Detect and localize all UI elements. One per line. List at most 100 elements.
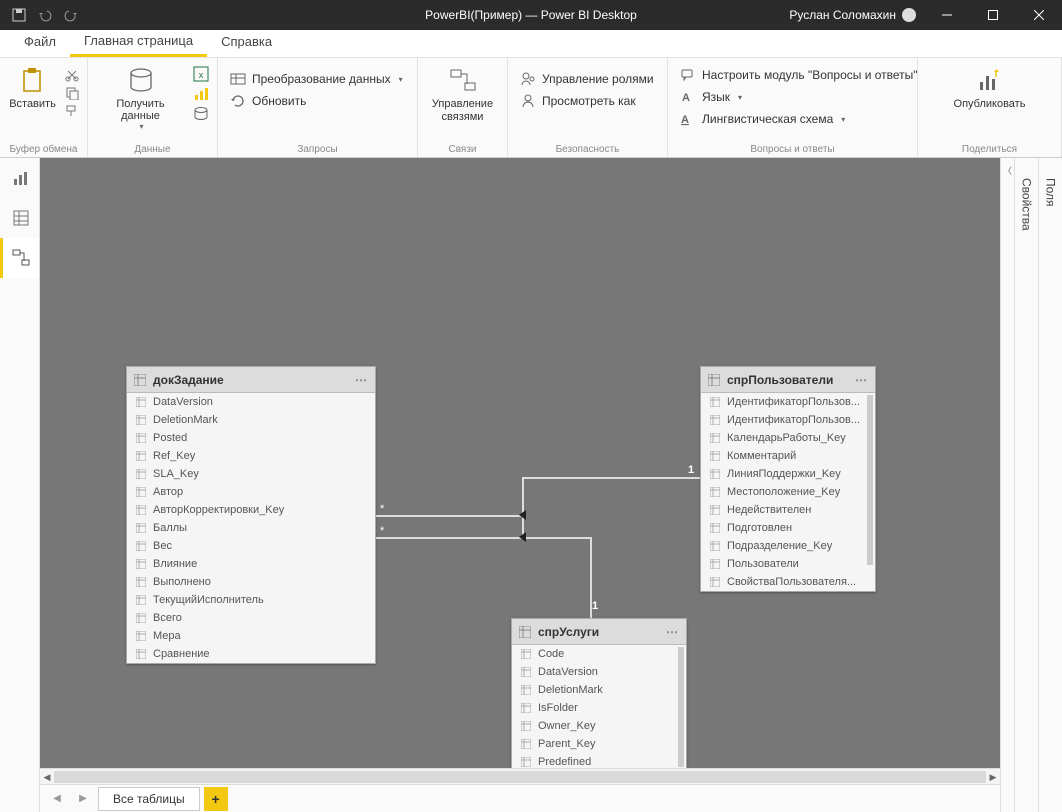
table-field[interactable]: IsFolder [512,699,686,717]
data-view-button[interactable] [0,198,39,238]
cut-icon[interactable] [65,68,79,82]
pbi-dataset-icon[interactable] [193,86,209,102]
table-users[interactable]: спрПользователи⋯ ИдентификаторПользов...… [700,366,876,592]
svg-text:A: A [682,92,690,104]
copy-icon[interactable] [65,86,79,100]
manage-relations-button[interactable]: Управление связями [426,62,499,128]
field-icon [135,432,147,444]
table-scrollbar[interactable] [867,395,873,565]
table-field[interactable]: Подготовлен [701,519,875,537]
page-next-button[interactable]: ▶ [72,788,94,810]
table-field[interactable]: Недействителен [701,501,875,519]
table-icon [518,625,532,639]
table-menu-icon[interactable]: ⋯ [355,373,369,387]
scroll-left-icon[interactable]: ◀ [40,769,54,785]
undo-icon[interactable] [32,0,58,30]
table-field[interactable]: Комментарий [701,447,875,465]
properties-pane[interactable]: Свойства [1014,158,1038,812]
field-icon [135,540,147,552]
relations-icon [448,66,478,96]
table-field[interactable]: Баллы [127,519,375,537]
table-field[interactable]: Posted [127,429,375,447]
save-icon[interactable] [6,0,32,30]
model-view-button[interactable] [0,238,39,278]
table-scrollbar[interactable] [678,647,684,767]
table-field[interactable]: ИдентификаторПользов... [701,393,875,411]
table-menu-icon[interactable]: ⋯ [666,625,680,639]
table-field[interactable]: DeletionMark [127,411,375,429]
table-services[interactable]: спрУслуги⋯ CodeDataVersionDeletionMarkIs… [511,618,687,768]
canvas-hscroll[interactable]: ◀ ▶ [40,768,1000,784]
table-field[interactable]: ИдентификаторПользов... [701,411,875,429]
table-field[interactable]: Predefined [512,753,686,768]
field-icon [709,414,721,426]
field-icon [709,396,721,408]
table-field[interactable]: Сравнение [127,645,375,663]
table-field[interactable]: СвойстваПользователя... [701,573,875,591]
table-field[interactable]: Подразделение_Key [701,537,875,555]
field-icon [520,666,532,678]
language-button[interactable]: AЯзык▾ [676,88,922,106]
get-data-button[interactable]: Получить данные▾ [96,62,185,135]
tab-help[interactable]: Справка [207,28,286,57]
table-field[interactable]: ЛинияПоддержки_Key [701,465,875,483]
table-field[interactable]: Мера [127,627,375,645]
table-field[interactable]: DataVersion [512,663,686,681]
avatar-icon [902,8,916,22]
fields-pane[interactable]: Поля [1038,158,1062,812]
paste-button[interactable]: Вставить [8,62,57,114]
expand-properties-button[interactable]: 〈 [1000,158,1014,812]
table-field[interactable]: Автор [127,483,375,501]
publish-button[interactable]: Опубликовать [952,62,1028,114]
table-icon [133,373,147,387]
table-field[interactable]: Code [512,645,686,663]
table-field[interactable]: Пользователи [701,555,875,573]
table-field[interactable]: Parent_Key [512,735,686,753]
format-painter-icon[interactable] [65,104,79,118]
field-icon [135,612,147,624]
field-icon [520,756,532,768]
table-field[interactable]: Выполнено [127,573,375,591]
database-icon [126,66,156,96]
sql-icon[interactable] [193,106,209,122]
scroll-right-icon[interactable]: ▶ [986,769,1000,785]
report-view-button[interactable] [0,158,39,198]
model-canvas[interactable]: * * 1 1 докЗадание⋯ DataVersionDeletionM… [40,158,1000,768]
table-field[interactable]: Влияние [127,555,375,573]
table-field[interactable]: Ref_Key [127,447,375,465]
table-field[interactable]: АвторКорректировки_Key [127,501,375,519]
table-field[interactable]: ТекущийИсполнитель [127,591,375,609]
user-account[interactable]: Руслан Соломахин [781,8,924,22]
tab-file[interactable]: Файл [10,28,70,57]
maximize-button[interactable] [970,0,1016,30]
refresh-button[interactable]: Обновить [226,92,407,110]
transform-data-button[interactable]: Преобразование данных▾ [226,70,407,88]
field-icon [520,720,532,732]
page-tab-all[interactable]: Все таблицы [98,787,200,811]
tab-home[interactable]: Главная страница [70,27,207,57]
view-as-button[interactable]: Просмотреть как [516,92,658,110]
paste-icon [18,66,48,96]
table-field[interactable]: КалендарьРаботы_Key [701,429,875,447]
table-field[interactable]: SLA_Key [127,465,375,483]
table-title: докЗадание [153,373,224,387]
table-field[interactable]: Вес [127,537,375,555]
redo-icon[interactable] [58,0,84,30]
table-dok[interactable]: докЗадание ⋯ DataVersionDeletionMarkPoste… [126,366,376,664]
configure-qa-button[interactable]: Настроить модуль "Вопросы и ответы" [676,66,922,84]
add-page-button[interactable]: + [204,787,228,811]
table-field[interactable]: DataVersion [127,393,375,411]
table-field[interactable]: Местоположение_Key [701,483,875,501]
linguistic-schema-button[interactable]: AЛингвистическая схема▾ [676,110,922,128]
close-button[interactable] [1016,0,1062,30]
table-menu-icon[interactable]: ⋯ [855,373,869,387]
table-field[interactable]: Всего [127,609,375,627]
excel-icon[interactable]: x [193,66,209,82]
group-label: Поделиться [926,144,1053,157]
table-field[interactable]: DeletionMark [512,681,686,699]
manage-roles-button[interactable]: Управление ролями [516,70,658,88]
page-prev-button[interactable]: ◀ [46,788,68,810]
minimize-button[interactable] [924,0,970,30]
scroll-thumb[interactable] [54,771,986,783]
table-field[interactable]: Owner_Key [512,717,686,735]
